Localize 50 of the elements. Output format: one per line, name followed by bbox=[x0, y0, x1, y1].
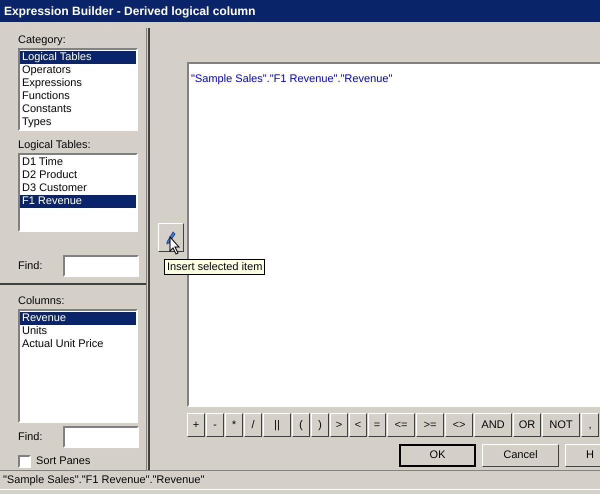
list-item[interactable]: D1 Time bbox=[20, 156, 136, 169]
operator-button[interactable]: * bbox=[225, 413, 243, 437]
list-item[interactable]: Logical Tables bbox=[20, 51, 136, 64]
operator-button[interactable]: > bbox=[330, 413, 348, 437]
find-label: Find: bbox=[18, 258, 42, 274]
status-bar: "Sample Sales"."F1 Revenue"."Revenue" bbox=[0, 470, 600, 490]
operator-button[interactable]: , bbox=[581, 413, 599, 437]
dialog-button[interactable]: OK bbox=[399, 444, 476, 467]
window-title: Expression Builder - Derived logical column bbox=[0, 0, 600, 22]
find-label: Find: bbox=[18, 430, 42, 445]
list-item[interactable]: Actual Unit Price bbox=[20, 338, 136, 351]
list-item[interactable]: Types bbox=[20, 116, 136, 129]
list-box[interactable]: Logical Tables Operators Expressions Functions Constants Types bbox=[18, 48, 138, 131]
list-item[interactable]: D2 Product bbox=[20, 169, 136, 182]
checkbox[interactable] bbox=[18, 454, 31, 468]
operator-button[interactable]: || bbox=[263, 413, 291, 437]
list-item[interactable]: D3 Customer bbox=[20, 182, 136, 195]
operator-button[interactable]: - bbox=[206, 413, 224, 437]
expression-text: "Sample Sales"."F1 Revenue"."Revenue" bbox=[191, 73, 392, 85]
dialog-button[interactable]: Cancel bbox=[482, 444, 559, 467]
operator-button[interactable]: <= bbox=[387, 413, 415, 437]
operator-button[interactable]: ( bbox=[292, 413, 310, 437]
list-item[interactable]: Revenue bbox=[20, 312, 136, 325]
columns-label: Columns: bbox=[18, 294, 66, 309]
list-item[interactable]: Operators bbox=[20, 64, 136, 77]
operator-button[interactable]: OR bbox=[513, 413, 541, 437]
checkbox-label: Sort Panes bbox=[36, 454, 90, 469]
list-item[interactable]: Constants bbox=[20, 103, 136, 116]
operator-button[interactable]: / bbox=[244, 413, 262, 437]
operator-button[interactable]: < bbox=[349, 413, 367, 437]
find-field[interactable] bbox=[63, 255, 139, 277]
category-label: Category: bbox=[18, 33, 67, 48]
list-item[interactable]: Functions bbox=[20, 90, 136, 103]
operator-button[interactable]: >= bbox=[416, 413, 444, 437]
list-item[interactable]: F1 Revenue bbox=[20, 195, 136, 208]
find-field[interactable] bbox=[63, 426, 139, 448]
dialog-button[interactable]: H bbox=[565, 444, 600, 467]
operator-button[interactable]: AND bbox=[474, 413, 512, 437]
logical-tables-label: Logical Tables: bbox=[18, 138, 92, 153]
operator-button[interactable]: = bbox=[368, 413, 386, 437]
cursor-icon bbox=[169, 236, 181, 255]
list-box[interactable]: Revenue Units Actual Unit Price bbox=[18, 309, 138, 423]
operator-button[interactable]: ) bbox=[311, 413, 329, 437]
operator-button[interactable]: <> bbox=[445, 413, 473, 437]
tooltip: Insert selected item bbox=[164, 259, 266, 275]
list-box[interactable]: D1 Time D2 Product D3 Customer F1 Revenue bbox=[18, 153, 138, 232]
operator-button[interactable]: NOT bbox=[542, 413, 580, 437]
list-item[interactable]: Expressions bbox=[20, 77, 136, 90]
operator-button[interactable]: + bbox=[187, 413, 205, 437]
list-item[interactable]: Units bbox=[20, 325, 136, 338]
